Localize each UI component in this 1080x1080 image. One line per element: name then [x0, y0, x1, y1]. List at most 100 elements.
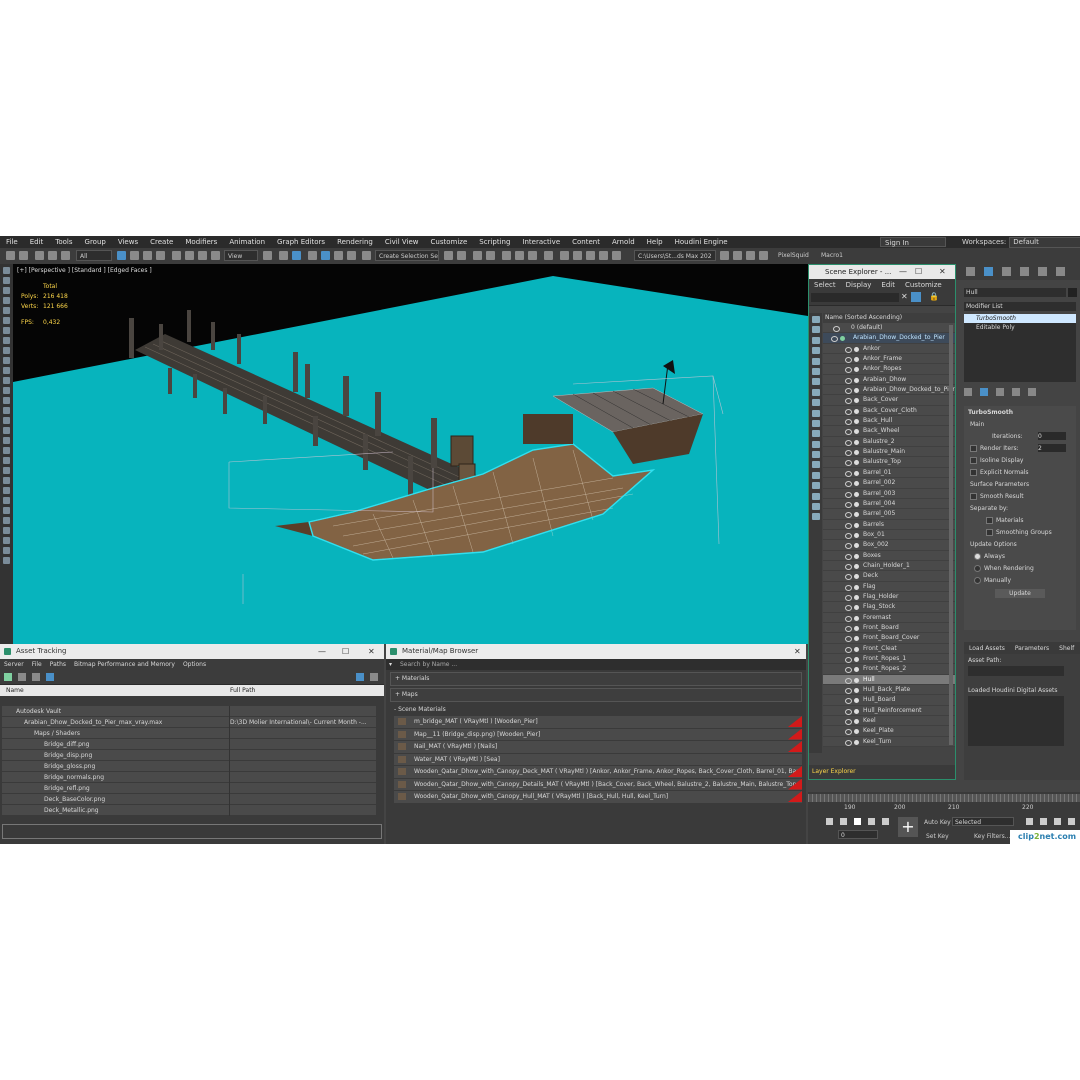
- project-settings-icon[interactable]: [746, 251, 755, 260]
- visibility-icon[interactable]: [845, 481, 852, 488]
- scene-object-row[interactable]: Balustre_Top: [823, 457, 955, 468]
- show-end-result-icon[interactable]: [980, 388, 988, 396]
- scene-object-row[interactable]: Front_Board_Cover: [823, 633, 955, 644]
- materials-checkbox[interactable]: [986, 517, 993, 524]
- hierarchy-tab-icon[interactable]: [1002, 267, 1011, 276]
- filter-spacewarps-icon[interactable]: [811, 367, 820, 375]
- section-scene-materials[interactable]: - Scene Materials: [390, 704, 802, 716]
- visibility-icon[interactable]: [845, 398, 852, 405]
- viewport-label[interactable]: [+] [Perspective ] [Standard ] [Edged Fa…: [17, 267, 152, 274]
- tool-icon[interactable]: [3, 437, 10, 444]
- root-object-row[interactable]: Arabian_Dhow_Docked_to_Pier: [823, 333, 955, 344]
- make-unique-icon[interactable]: [996, 388, 1004, 396]
- always-radio[interactable]: [974, 553, 981, 560]
- filter-geometry-icon[interactable]: [811, 316, 820, 323]
- iterations-spinner[interactable]: 0: [1038, 432, 1066, 440]
- at-menu-server[interactable]: Server: [0, 661, 28, 668]
- macro-tab[interactable]: Macro1: [821, 250, 843, 261]
- open-folder-icon[interactable]: [720, 251, 729, 260]
- scene-object-row[interactable]: Back_Hull: [823, 416, 955, 427]
- minimize-icon[interactable]: —: [899, 265, 907, 279]
- render-in-cloud-icon[interactable]: [599, 251, 608, 260]
- renderable-icon[interactable]: [854, 698, 859, 704]
- se-menu-display[interactable]: Display: [841, 281, 877, 289]
- workspaces-select[interactable]: Default: [1009, 237, 1080, 248]
- material-row[interactable]: m_bridge_MAT ( VRayMtl ) [Wooden_Pier]: [394, 716, 802, 729]
- go-to-end-icon[interactable]: [882, 818, 889, 825]
- redo-icon[interactable]: [19, 251, 28, 260]
- material-row[interactable]: Wooden_Qatar_Dhow_with_Canopy_Hull_MAT (…: [394, 791, 802, 804]
- align-icon[interactable]: [457, 251, 466, 260]
- tool-icon[interactable]: [3, 307, 10, 314]
- renderable-icon[interactable]: [854, 377, 859, 383]
- visibility-icon[interactable]: [845, 543, 852, 550]
- renderable-icon[interactable]: [854, 636, 859, 642]
- filter-lights-icon[interactable]: [811, 336, 820, 344]
- key-mode-dropdown[interactable]: Selected: [952, 817, 1014, 826]
- visibility-icon[interactable]: [845, 615, 852, 622]
- layer-row[interactable]: 0 (default): [823, 323, 955, 334]
- section-materials[interactable]: + Materials: [390, 672, 802, 686]
- play-icon[interactable]: [854, 818, 861, 825]
- stack-item-turbosmooth[interactable]: TurboSmooth: [964, 314, 1076, 323]
- visibility-icon[interactable]: [845, 553, 852, 560]
- scene-object-row[interactable]: Box_002: [823, 540, 955, 551]
- menu-civil-view[interactable]: Civil View: [379, 238, 425, 246]
- visibility-icon[interactable]: [845, 346, 852, 353]
- scene-render[interactable]: [13, 264, 808, 644]
- visibility-icon[interactable]: [845, 605, 852, 612]
- settings-icon[interactable]: [370, 673, 378, 681]
- tool-icon[interactable]: [3, 367, 10, 374]
- scene-object-row[interactable]: Chain_Holder_1: [823, 560, 955, 572]
- select-by-name-icon[interactable]: [130, 251, 139, 260]
- refresh-icon[interactable]: [4, 673, 12, 681]
- tool-icon[interactable]: [3, 547, 10, 554]
- renderable-icon[interactable]: [854, 439, 859, 445]
- scale-icon[interactable]: [198, 251, 207, 260]
- visibility-icon[interactable]: [833, 326, 840, 332]
- unlink-icon[interactable]: [48, 251, 57, 260]
- perspective-viewport[interactable]: [+] [Perspective ] [Standard ] [Edged Fa…: [13, 264, 808, 644]
- col-name[interactable]: Name: [6, 685, 24, 696]
- renderable-icon[interactable]: [854, 719, 859, 725]
- scene-object-row[interactable]: Foremast: [823, 612, 955, 623]
- visibility-icon[interactable]: [845, 470, 852, 477]
- visibility-icon[interactable]: [845, 522, 852, 529]
- snaps-toggle-icon[interactable]: [308, 251, 317, 260]
- renderable-icon[interactable]: [854, 667, 859, 673]
- loaded-hda-list[interactable]: [968, 696, 1064, 746]
- asset-row[interactable]: Maps / Shaders: [2, 728, 376, 739]
- display-none-icon[interactable]: [811, 451, 820, 459]
- curve-editor-icon[interactable]: [515, 251, 524, 260]
- visibility-icon[interactable]: [845, 563, 852, 570]
- renderable-icon[interactable]: [854, 398, 859, 404]
- scene-object-row[interactable]: Arabian_Dhow: [823, 374, 955, 386]
- scene-object-row[interactable]: Barrel_002: [823, 478, 955, 489]
- next-frame-icon[interactable]: [868, 818, 875, 825]
- tool-icon[interactable]: [3, 397, 10, 404]
- renderable-icon[interactable]: [854, 594, 859, 600]
- zoom-icon[interactable]: [1026, 818, 1033, 825]
- visibility-icon[interactable]: [845, 739, 852, 746]
- menu-content[interactable]: Content: [566, 238, 606, 246]
- tool-icon[interactable]: [3, 337, 10, 344]
- visibility-icon[interactable]: [845, 377, 852, 384]
- tool-icon[interactable]: [3, 487, 10, 494]
- sync-selection-icon[interactable]: [811, 503, 820, 511]
- renderable-icon[interactable]: [854, 429, 859, 435]
- renderable-icon[interactable]: [854, 501, 859, 507]
- toggle-scene-explorer-icon[interactable]: [473, 251, 482, 260]
- dropdown-arrow-icon[interactable]: ▾: [389, 659, 392, 670]
- material-row[interactable]: Wooden_Qatar_Dhow_with_Canopy_Deck_MAT (…: [394, 766, 802, 779]
- renderable-icon[interactable]: [854, 346, 859, 352]
- visibility-icon[interactable]: [845, 729, 852, 736]
- renderable-icon[interactable]: [854, 512, 859, 518]
- visibility-icon[interactable]: [845, 419, 852, 426]
- scene-object-row[interactable]: Barrel_01: [823, 467, 955, 479]
- col-full-path[interactable]: Full Path: [230, 685, 255, 696]
- tool-icon[interactable]: [3, 447, 10, 454]
- render-setup-icon[interactable]: [560, 251, 569, 260]
- material-row[interactable]: Map__11 (Bridge_disp.png) [Wooden_Pier]: [394, 728, 802, 741]
- renderable-icon[interactable]: [854, 584, 859, 590]
- visibility-icon[interactable]: [845, 584, 852, 591]
